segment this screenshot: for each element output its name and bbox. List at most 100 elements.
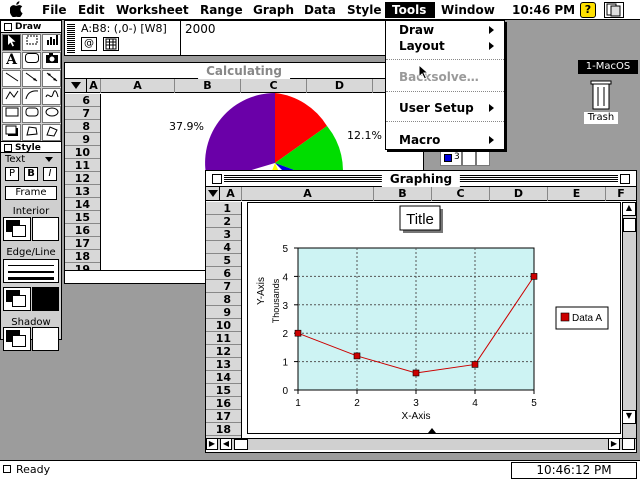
graph-row-6[interactable]: 6 xyxy=(206,267,241,280)
horizontal-scroll-thumb[interactable] xyxy=(234,439,248,450)
disk-icon-label[interactable]: 1-MacOS xyxy=(578,60,638,74)
graph-row-13[interactable]: 13 xyxy=(206,358,241,371)
graphing-zoom-box[interactable] xyxy=(620,174,630,184)
sheet-row-17[interactable]: 17 xyxy=(65,237,100,250)
text-style-dropdown-icon[interactable] xyxy=(45,157,53,162)
scroll-up-arrow[interactable]: ▲ xyxy=(622,202,636,216)
graph-row-14[interactable]: 14 xyxy=(206,371,241,384)
interior-pattern-swatch[interactable] xyxy=(3,217,31,241)
menu-tools[interactable]: Tools xyxy=(385,2,435,18)
graphing-close-box[interactable] xyxy=(212,174,222,184)
graph-horizontal-scrollbar[interactable]: ▶ ◀ ▶ xyxy=(206,438,636,450)
ok-button-tool[interactable] xyxy=(22,52,41,69)
scroll-left-arrow[interactable]: ◀ xyxy=(220,438,232,450)
rounded-rectangle-tool[interactable] xyxy=(22,106,41,123)
graph-row-7[interactable]: 7 xyxy=(206,280,241,293)
tools-menu-macro[interactable]: Macro xyxy=(386,132,504,148)
sheet-row-18[interactable]: 18 xyxy=(65,250,100,263)
frame-button[interactable]: Frame xyxy=(5,186,57,200)
chart-tool[interactable] xyxy=(42,34,61,51)
graph-row-1[interactable]: 1 xyxy=(206,202,241,215)
menu-style[interactable]: Style xyxy=(343,2,385,18)
graph-row-17[interactable]: 17 xyxy=(206,410,241,423)
tools-menu-layout[interactable]: Layout xyxy=(386,38,504,54)
sheet-column-d[interactable]: D xyxy=(307,79,373,93)
sheet-column-b[interactable]: B xyxy=(175,79,241,93)
tools-menu-user-setup[interactable]: User Setup xyxy=(386,100,504,116)
shadow-color-swatch[interactable] xyxy=(32,327,59,351)
sheet-row-9[interactable]: 9 xyxy=(65,133,100,146)
camera-tool[interactable] xyxy=(42,52,61,69)
marquee-tool[interactable] xyxy=(22,34,41,51)
scroll-right-arrow[interactable]: ▶ xyxy=(608,438,620,450)
graph-corner-dropdown[interactable] xyxy=(206,187,220,201)
application-icon[interactable] xyxy=(604,2,624,18)
x-axis-label[interactable]: X-Axis xyxy=(402,411,431,422)
sheet-row-12[interactable]: 12 xyxy=(65,172,100,185)
rectangle-tool[interactable] xyxy=(2,106,21,123)
plain-style-button[interactable]: P xyxy=(5,167,19,181)
sheet-column-a[interactable]: A xyxy=(101,79,175,93)
menu-edit[interactable]: Edit xyxy=(74,2,109,18)
graph-row-11[interactable]: 11 xyxy=(206,332,241,345)
pointer-tool[interactable] xyxy=(2,34,21,51)
graph-row-16[interactable]: 16 xyxy=(206,397,241,410)
data-point[interactable] xyxy=(353,352,361,360)
interior-color-swatch[interactable] xyxy=(32,217,59,241)
sheet-row-6[interactable]: 6 xyxy=(65,94,100,107)
menu-window[interactable]: Window xyxy=(437,2,499,18)
data-point[interactable] xyxy=(294,329,302,337)
menu-range[interactable]: Range xyxy=(196,2,247,18)
graph-column-b[interactable]: B xyxy=(374,187,432,201)
data-point[interactable] xyxy=(530,273,538,280)
sheet-row-13[interactable]: 13 xyxy=(65,185,100,198)
line-tool[interactable] xyxy=(2,70,21,87)
at-function-button[interactable]: @ xyxy=(81,37,97,51)
menu-data[interactable]: Data xyxy=(300,2,340,18)
graph-row-9[interactable]: 9 xyxy=(206,306,241,319)
freehand-tool[interactable] xyxy=(42,88,61,105)
graph-row-12[interactable]: 12 xyxy=(206,345,241,358)
sheet-corner-dropdown[interactable] xyxy=(65,79,87,93)
split-left-arrow[interactable]: ▶ xyxy=(206,438,218,450)
graph-row-18[interactable]: 18 xyxy=(206,423,241,436)
graph-column-e[interactable]: E xyxy=(548,187,606,201)
sheet-row-7[interactable]: 7 xyxy=(65,107,100,120)
menu-worksheet[interactable]: Worksheet xyxy=(112,2,193,18)
graph-column-c[interactable]: C xyxy=(432,187,490,201)
data-point[interactable] xyxy=(471,361,479,368)
filled-polygon-tool[interactable] xyxy=(42,124,61,141)
palette-close-box[interactable] xyxy=(4,23,12,31)
calculating-title-bar[interactable]: Calculating xyxy=(65,63,423,79)
graph-column-d[interactable]: D xyxy=(490,187,548,201)
line-chart[interactable]: Title 0123451 2 3 4 5 X-Axis Y-Axis Thousand… xyxy=(248,203,620,433)
graph-row-5[interactable]: 5 xyxy=(206,254,241,267)
graph-row-4[interactable]: 4 xyxy=(206,241,241,254)
menu-file[interactable]: File xyxy=(38,2,71,18)
data-point[interactable] xyxy=(412,369,420,377)
entry-value[interactable]: 2000 xyxy=(185,22,216,36)
oval-tool[interactable] xyxy=(42,106,61,123)
polyline-tool[interactable] xyxy=(2,88,21,105)
y-axis-label[interactable]: Y-Axis xyxy=(256,277,267,305)
bold-style-button[interactable]: B xyxy=(24,167,38,181)
help-icon[interactable]: ? xyxy=(580,2,596,18)
keypad-button[interactable] xyxy=(103,37,119,51)
sheet-row-10[interactable]: 10 xyxy=(65,146,100,159)
sheet-row-16[interactable]: 16 xyxy=(65,224,100,237)
graph-vertical-scrollbar[interactable]: ▲ ▼ xyxy=(622,202,636,438)
graph-row-2[interactable]: 2 xyxy=(206,215,241,228)
trash-icon[interactable] xyxy=(590,80,612,110)
graphing-title-bar[interactable]: Graphing xyxy=(206,171,636,187)
shadow-rectangle-tool[interactable] xyxy=(2,124,21,141)
arrow-line-tool[interactable] xyxy=(22,70,41,87)
resize-grip-icon[interactable] xyxy=(622,438,635,450)
line-weight-swatch[interactable] xyxy=(3,259,59,283)
graph-column-a[interactable]: A xyxy=(242,187,374,201)
sheet-row-14[interactable]: 14 xyxy=(65,198,100,211)
graph-column-f[interactable]: F xyxy=(606,187,636,201)
edge-pattern-swatch[interactable] xyxy=(3,287,31,311)
sheet-column-c[interactable]: C xyxy=(241,79,307,93)
vertical-scroll-thumb[interactable] xyxy=(623,218,636,232)
scroll-down-arrow[interactable]: ▼ xyxy=(622,410,636,424)
